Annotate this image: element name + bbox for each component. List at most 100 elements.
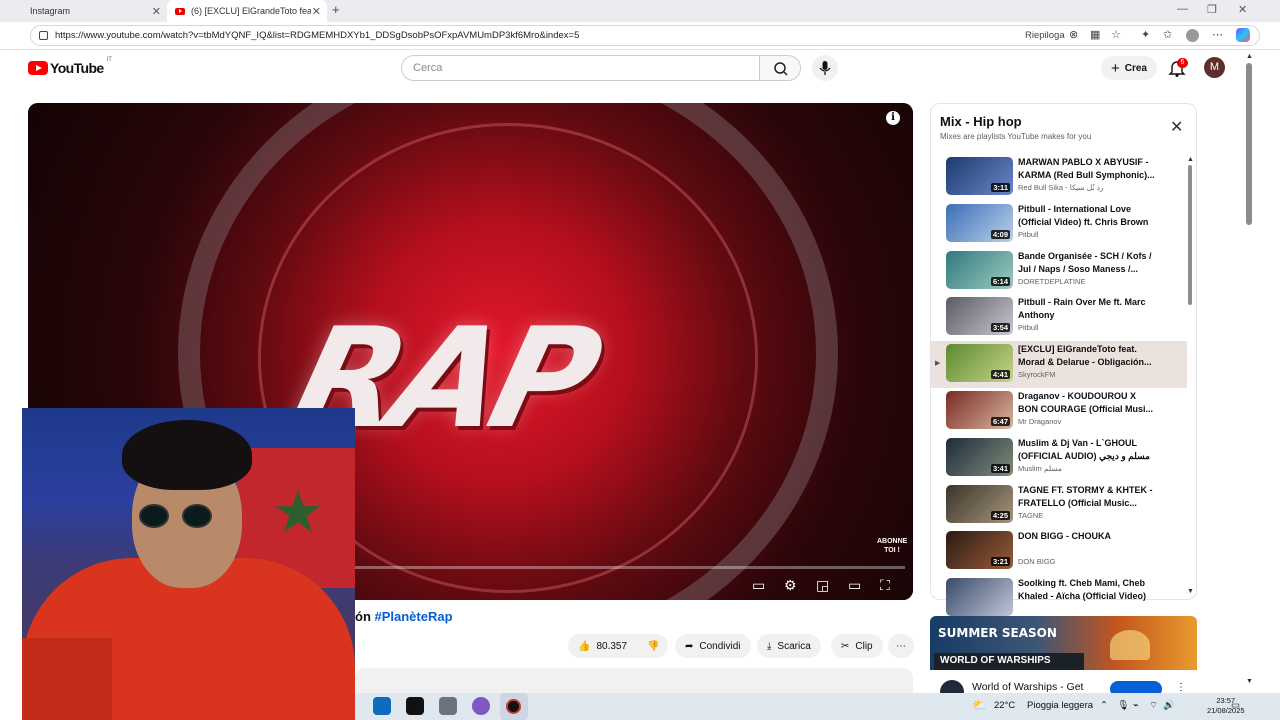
new-tab-button[interactable]: + — [332, 2, 340, 17]
mic-tray-icon[interactable]: 🎙 — [1117, 700, 1129, 711]
ad-banner[interactable]: SUMMER SEASON WORLD OF WARSHIPS — [930, 616, 1197, 670]
favorite-star-icon[interactable]: ☆ — [1111, 28, 1121, 41]
more-actions-button[interactable]: ⋯ — [888, 634, 914, 658]
settings-gear-icon[interactable]: ⚙ — [784, 577, 797, 594]
video-thumbnail[interactable]: 4:25 — [946, 484, 1013, 523]
playlist-item[interactable]: Soolking ft. Cheb Mami, Cheb Khaled - Aï… — [931, 575, 1187, 619]
wifi-icon[interactable]: ⌔ — [1149, 700, 1158, 711]
active-app-highlight[interactable] — [500, 693, 528, 720]
download-button[interactable]: ⤓ Scarica — [757, 634, 821, 658]
youtube-logo[interactable]: YouTube IT — [28, 57, 112, 76]
volume-icon[interactable]: 🔊 — [1163, 700, 1175, 711]
profile-icon[interactable] — [1186, 29, 1199, 42]
video-thumbnail[interactable]: 6:14 — [946, 250, 1013, 289]
voice-search-button[interactable] — [812, 55, 838, 81]
search-button[interactable] — [759, 55, 801, 81]
app-icon[interactable] — [472, 697, 490, 715]
playlist-item-title[interactable]: Pitbull - Rain Over Me ft. Marc Anthony — [1018, 296, 1158, 322]
playlist-item[interactable]: 6:47 Draganov - KOUDOUROU X BON COURAGE (… — [931, 388, 1187, 435]
copilot-icon[interactable] — [1236, 28, 1250, 42]
playlist-item-title[interactable]: Pitbull - International Love (Official V… — [1018, 203, 1158, 229]
video-thumbnail[interactable]: 3:41 — [946, 437, 1013, 476]
playlist-item-channel[interactable]: Pitbull — [1018, 230, 1038, 239]
video-thumbnail[interactable]: 4:09 — [946, 203, 1013, 242]
video-thumbnail[interactable] — [946, 578, 1013, 617]
page-scroll-down-icon[interactable]: ▼ — [1246, 678, 1253, 685]
restore-icon[interactable]: ❐ — [1207, 3, 1217, 16]
reader-icon[interactable]: ▦ — [1090, 28, 1100, 41]
playlist-item-title[interactable]: Draganov - KOUDOUROU X BON COURAGE (Offi… — [1018, 390, 1158, 416]
page-scroll-up-icon[interactable]: ▲ — [1246, 53, 1253, 60]
outlook-icon[interactable] — [373, 697, 391, 715]
create-button[interactable]: + Crea — [1101, 56, 1157, 80]
tiktok-icon[interactable] — [406, 697, 424, 715]
clip-button[interactable]: ✂ Clip — [831, 634, 883, 658]
thumbs-down-icon[interactable]: 👎 — [647, 641, 659, 652]
playlist-item-channel[interactable]: Red Bull Sika - رد بُل سيكا — [1018, 183, 1104, 192]
search-input[interactable]: Cerca — [401, 55, 760, 81]
thumbs-up-icon[interactable]: 👍 — [578, 641, 590, 652]
playlist-item-channel[interactable]: Muslim مسلم — [1018, 464, 1062, 473]
playlist-item-channel[interactable]: TAGNE — [1018, 511, 1043, 520]
scroll-up-icon[interactable]: ▲ — [1187, 156, 1194, 163]
playlist-item-title[interactable]: Soolking ft. Cheb Mami, Cheb Khaled - Aï… — [1018, 577, 1158, 603]
fullscreen-icon[interactable]: ⛶ — [880, 577, 890, 594]
playlist-item-title[interactable]: Bande Organisée - SCH / Kofs / Jul / Nap… — [1018, 250, 1158, 276]
translate-icon[interactable]: ⊗ — [1069, 28, 1078, 41]
playlist-scrollbar[interactable] — [1188, 165, 1192, 305]
title-hashtag[interactable]: #PlanèteRap — [375, 609, 453, 624]
theater-mode-icon[interactable]: ▭ — [848, 577, 861, 594]
share-button[interactable]: ➦ Condividi — [675, 634, 751, 658]
summarize-button[interactable]: Riepiloga — [1025, 30, 1065, 41]
playlist-item[interactable]: 3:11 MARWAN PABLO X ABYUSIF - KARMA (Red … — [931, 154, 1187, 201]
tab-instagram[interactable]: Instagram ✕ — [22, 0, 167, 22]
playlist-item[interactable]: 3:41 Muslim & Dj Van - L`GHOUL (OFFICIAL … — [931, 435, 1187, 482]
subtitles-icon[interactable]: ▭ — [752, 577, 765, 594]
playlist-item-title[interactable]: TAGNE FT. STORMY & KHTEK - FRATELLO (Off… — [1018, 484, 1158, 510]
video-thumbnail[interactable]: 3:54 — [946, 297, 1013, 336]
extensions-icon[interactable]: ✦ — [1141, 28, 1150, 41]
network-icon[interactable]: ⌁ — [1133, 700, 1139, 711]
miniplayer-icon[interactable]: ◲ — [816, 577, 829, 594]
playlist-item-title[interactable]: DON BIGG - CHOUKA — [1018, 530, 1158, 543]
playlist-item-channel[interactable]: Pitbull — [1018, 323, 1038, 332]
playlist-item[interactable]: 4:25 TAGNE FT. STORMY & KHTEK - FRATELLO … — [931, 482, 1187, 529]
playlist-item[interactable]: ▶ 4:41 [EXCLU] ElGrandeToto feat. Morad & … — [931, 341, 1187, 389]
playlist-item-title[interactable]: MARWAN PABLO X ABYUSIF - KARMA (Red Bull… — [1018, 156, 1158, 182]
minimize-icon[interactable]: — — [1177, 3, 1188, 15]
playlist-item-title[interactable]: Muslim & Dj Van - L`GHOUL (OFFICIAL AUDI… — [1018, 437, 1158, 464]
more-menu-icon[interactable]: ⋯ — [1212, 28, 1223, 41]
ad-row[interactable]: World of Warships - Get ⋮ — [940, 680, 1186, 704]
close-playlist-icon[interactable]: ✕ — [1170, 117, 1183, 137]
playlist-item[interactable]: 3:21 DON BIGG - CHOUKA DON BIGG — [931, 528, 1187, 575]
like-count[interactable]: 80.357 — [596, 641, 627, 652]
clock[interactable]: 23:57 21/08/2025 — [1207, 696, 1245, 716]
info-icon[interactable]: i — [886, 111, 900, 125]
page-scrollbar[interactable] — [1246, 63, 1252, 225]
playlist-item-channel[interactable]: DON BIGG — [1018, 557, 1056, 566]
store-icon[interactable] — [439, 697, 457, 715]
playlist-title[interactable]: Mix - Hip hop — [940, 114, 1022, 129]
avatar[interactable]: M — [1204, 57, 1225, 78]
playlist-item[interactable]: 4:09 Pitbull - International Love (Offici… — [931, 201, 1187, 248]
video-thumbnail[interactable]: 4:41 — [946, 344, 1013, 383]
video-thumbnail[interactable]: 3:21 — [946, 531, 1013, 570]
tab-youtube[interactable]: (6) [EXCLU] ElGrandeToto feat. M ✕ — [167, 0, 327, 22]
weather-desc[interactable]: Pioggia leggera — [1027, 700, 1093, 711]
playlist-item-channel[interactable]: SkyrockFM — [1018, 370, 1056, 379]
playlist-item[interactable]: 6:14 Bande Organisée - SCH / Kofs / Jul /… — [931, 248, 1187, 295]
video-thumbnail[interactable]: 3:11 — [946, 157, 1013, 195]
favorites-icon[interactable]: ✩ — [1163, 28, 1172, 41]
playlist-item[interactable]: 3:54 Pitbull - Rain Over Me ft. Marc Anth… — [931, 294, 1187, 341]
close-icon[interactable]: ✕ — [312, 5, 321, 18]
playlist-item-channel[interactable]: DORETDEPLATINE — [1018, 277, 1085, 286]
playlist-item-title[interactable]: [EXCLU] ElGrandeToto feat. Morad & Delar… — [1018, 343, 1158, 369]
window-close-icon[interactable]: ✕ — [1238, 3, 1247, 16]
weather-temp[interactable]: 22°C — [994, 700, 1015, 711]
video-thumbnail[interactable]: 6:47 — [946, 391, 1013, 429]
scroll-down-icon[interactable]: ▼ — [1187, 588, 1194, 595]
chevron-up-icon[interactable]: ⌃ — [1100, 700, 1108, 711]
more-vertical-icon[interactable]: ⋮ — [1176, 682, 1186, 693]
playlist-item-channel[interactable]: Mr Draganov — [1018, 417, 1061, 426]
close-icon[interactable]: ✕ — [152, 5, 161, 18]
